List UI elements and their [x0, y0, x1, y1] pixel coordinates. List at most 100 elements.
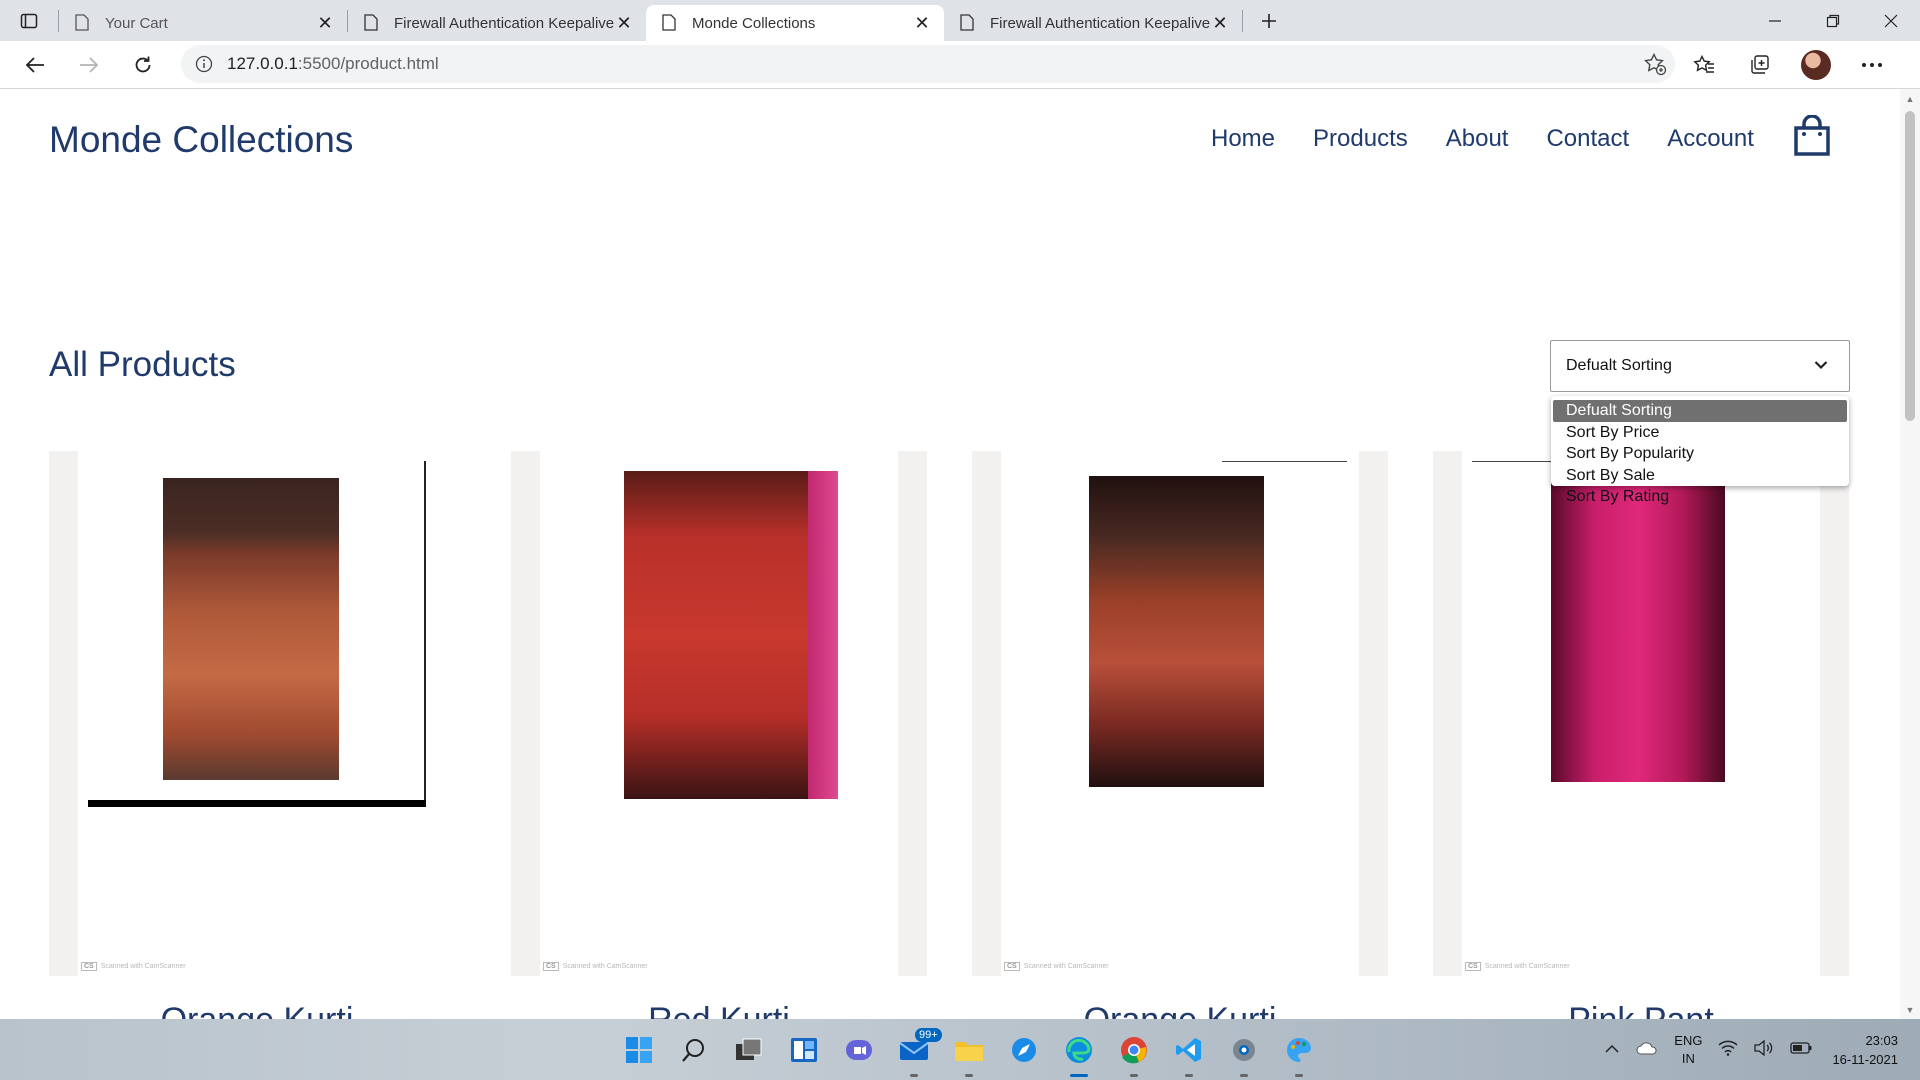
mail-icon[interactable]: 99+	[886, 1019, 942, 1080]
product-image[interactable]: CS Scanned with CamScanner	[49, 451, 465, 976]
refresh-icon	[135, 56, 151, 72]
start-icon[interactable]	[611, 1019, 666, 1080]
sort-option-popularity[interactable]: Sort By Popularity	[1551, 443, 1849, 465]
site-logo[interactable]: Monde Collections	[49, 119, 353, 161]
scan-edge	[88, 800, 426, 807]
more-options-icon[interactable]	[1844, 41, 1900, 89]
language-code: ENG	[1674, 1032, 1703, 1048]
page-scrollbar[interactable]: ▲ ▼	[1900, 89, 1920, 1019]
file-explorer-icon[interactable]	[941, 1019, 996, 1080]
settings-icon[interactable]	[1216, 1019, 1271, 1080]
camscanner-watermark: CS Scanned with CamScanner	[1465, 962, 1570, 971]
tab-your-cart[interactable]: Your Cart ✕	[59, 5, 347, 41]
product-image[interactable]: CS Scanned with CamScanner	[511, 451, 927, 976]
close-icon[interactable]: ✕	[614, 13, 634, 33]
camscanner-logo: CS	[81, 962, 97, 971]
camscanner-watermark: CS Scanned with CamScanner	[81, 962, 186, 971]
close-icon[interactable]: ✕	[315, 13, 335, 33]
tab-firewall-2[interactable]: Firewall Authentication Keepalive ✕	[944, 5, 1242, 41]
tab-firewall-1[interactable]: Firewall Authentication Keepalive ✕	[348, 5, 646, 41]
close-window-icon[interactable]	[1862, 0, 1920, 41]
product-image[interactable]: CS Scanned with CamScanner	[972, 451, 1388, 976]
camscanner-watermark: CS Scanned with CamScanner	[543, 962, 648, 971]
info-icon[interactable]	[181, 55, 227, 73]
minimize-icon[interactable]	[1746, 0, 1804, 41]
forward-button[interactable]	[62, 41, 116, 89]
page-icon	[960, 14, 976, 32]
scroll-up-icon[interactable]: ▲	[1905, 94, 1915, 104]
scan-edge	[424, 461, 426, 805]
background-curtain	[808, 471, 838, 799]
product-card[interactable]: CSScanned with CamScanner Red Kurti	[511, 451, 927, 1019]
running-indicator	[964, 1074, 973, 1077]
cloud-icon[interactable]	[1636, 1041, 1658, 1058]
edge-icon[interactable]	[1051, 1019, 1106, 1080]
safari-icon[interactable]	[996, 1019, 1051, 1080]
scan-edge	[1222, 461, 1347, 462]
running-indicator	[909, 1074, 918, 1077]
refresh-button[interactable]	[116, 41, 170, 89]
product-photo	[163, 478, 339, 780]
close-icon[interactable]: ✕	[1210, 13, 1230, 33]
scroll-down-icon[interactable]: ▼	[1905, 1005, 1915, 1015]
sort-selected-value: Defualt Sorting	[1566, 357, 1672, 374]
product-card[interactable]: CSScanned with CamScanner Pink Pant	[1433, 451, 1849, 1019]
search-icon[interactable]	[666, 1019, 721, 1080]
sort-option-sale[interactable]: Sort By Sale	[1551, 465, 1849, 487]
profile-avatar[interactable]	[1788, 41, 1844, 89]
nav-account[interactable]: Account	[1667, 125, 1754, 153]
add-favorite-icon[interactable]	[1643, 52, 1667, 81]
task-view-icon[interactable]	[721, 1019, 776, 1080]
running-indicator	[1239, 1074, 1248, 1077]
tab-monde-collections[interactable]: Monde Collections ✕	[646, 5, 944, 41]
vscode-icon[interactable]	[1161, 1019, 1216, 1080]
chrome-icon[interactable]	[1106, 1019, 1161, 1080]
address-bar-row: 127.0.0.1:5500/product.html	[0, 41, 1920, 89]
chevron-up-icon[interactable]	[1604, 1042, 1620, 1057]
running-indicator	[1184, 1074, 1193, 1077]
product-image[interactable]: CS Scanned with CamScanner	[1433, 451, 1849, 976]
product-photo	[1551, 466, 1725, 782]
url-text: 127.0.0.1:5500/product.html	[227, 54, 439, 74]
windows-taskbar: 99+ ENG IN 23:03 16-11-2021	[0, 1019, 1920, 1080]
collections-icon[interactable]	[1732, 41, 1788, 89]
scrollbar-thumb[interactable]	[1905, 111, 1915, 421]
close-icon[interactable]: ✕	[912, 13, 932, 33]
sort-option-rating[interactable]: Sort By Rating	[1551, 486, 1849, 508]
tab-actions-icon[interactable]	[0, 0, 58, 41]
widgets-icon[interactable]	[776, 1019, 831, 1080]
camscanner-text: Scanned with CamScanner	[562, 963, 648, 970]
tab-title: Firewall Authentication Keepalive	[394, 14, 614, 32]
product-card[interactable]: CSScanned with CamScanner Orange Kurti	[972, 451, 1388, 1019]
clock[interactable]: 23:03 16-11-2021	[1832, 1031, 1898, 1069]
paint-icon[interactable]	[1271, 1019, 1326, 1080]
product-card[interactable]: CSScanned with CamScanner Orange Kurti	[49, 451, 465, 1019]
nav-products[interactable]: Products	[1313, 125, 1408, 153]
sort-option-price[interactable]: Sort By Price	[1551, 422, 1849, 444]
favorites-icon[interactable]	[1676, 41, 1732, 89]
new-tab-button[interactable]	[1249, 3, 1289, 39]
back-button[interactable]	[8, 41, 62, 89]
product-name[interactable]: Orange Kurti	[49, 1001, 465, 1019]
battery-icon[interactable]	[1790, 1042, 1812, 1057]
shopping-bag-icon[interactable]	[1792, 114, 1832, 157]
sort-option-default[interactable]: Defualt Sorting	[1553, 400, 1847, 422]
product-name[interactable]: Red Kurti	[511, 1001, 927, 1019]
product-name[interactable]: Pink Pant	[1433, 1001, 1849, 1019]
language-indicator[interactable]: ENG IN	[1674, 1032, 1702, 1068]
chat-icon[interactable]	[831, 1019, 886, 1080]
product-name[interactable]: Orange Kurti	[972, 1001, 1388, 1019]
nav-home[interactable]: Home	[1211, 125, 1275, 153]
sort-select[interactable]: Defualt Sorting	[1550, 340, 1850, 392]
scan-edge	[1472, 461, 1552, 462]
product-photo	[1089, 476, 1264, 787]
nav-contact[interactable]: Contact	[1546, 125, 1629, 153]
volume-icon[interactable]	[1754, 1039, 1774, 1059]
restore-icon[interactable]	[1804, 0, 1862, 41]
running-indicator	[1294, 1074, 1303, 1077]
taskbar-apps: 99+	[611, 1019, 1326, 1080]
nav-about[interactable]: About	[1446, 125, 1509, 153]
address-field[interactable]: 127.0.0.1:5500/product.html	[181, 45, 1675, 83]
wifi-icon[interactable]	[1718, 1040, 1738, 1059]
product-photo	[624, 471, 809, 799]
